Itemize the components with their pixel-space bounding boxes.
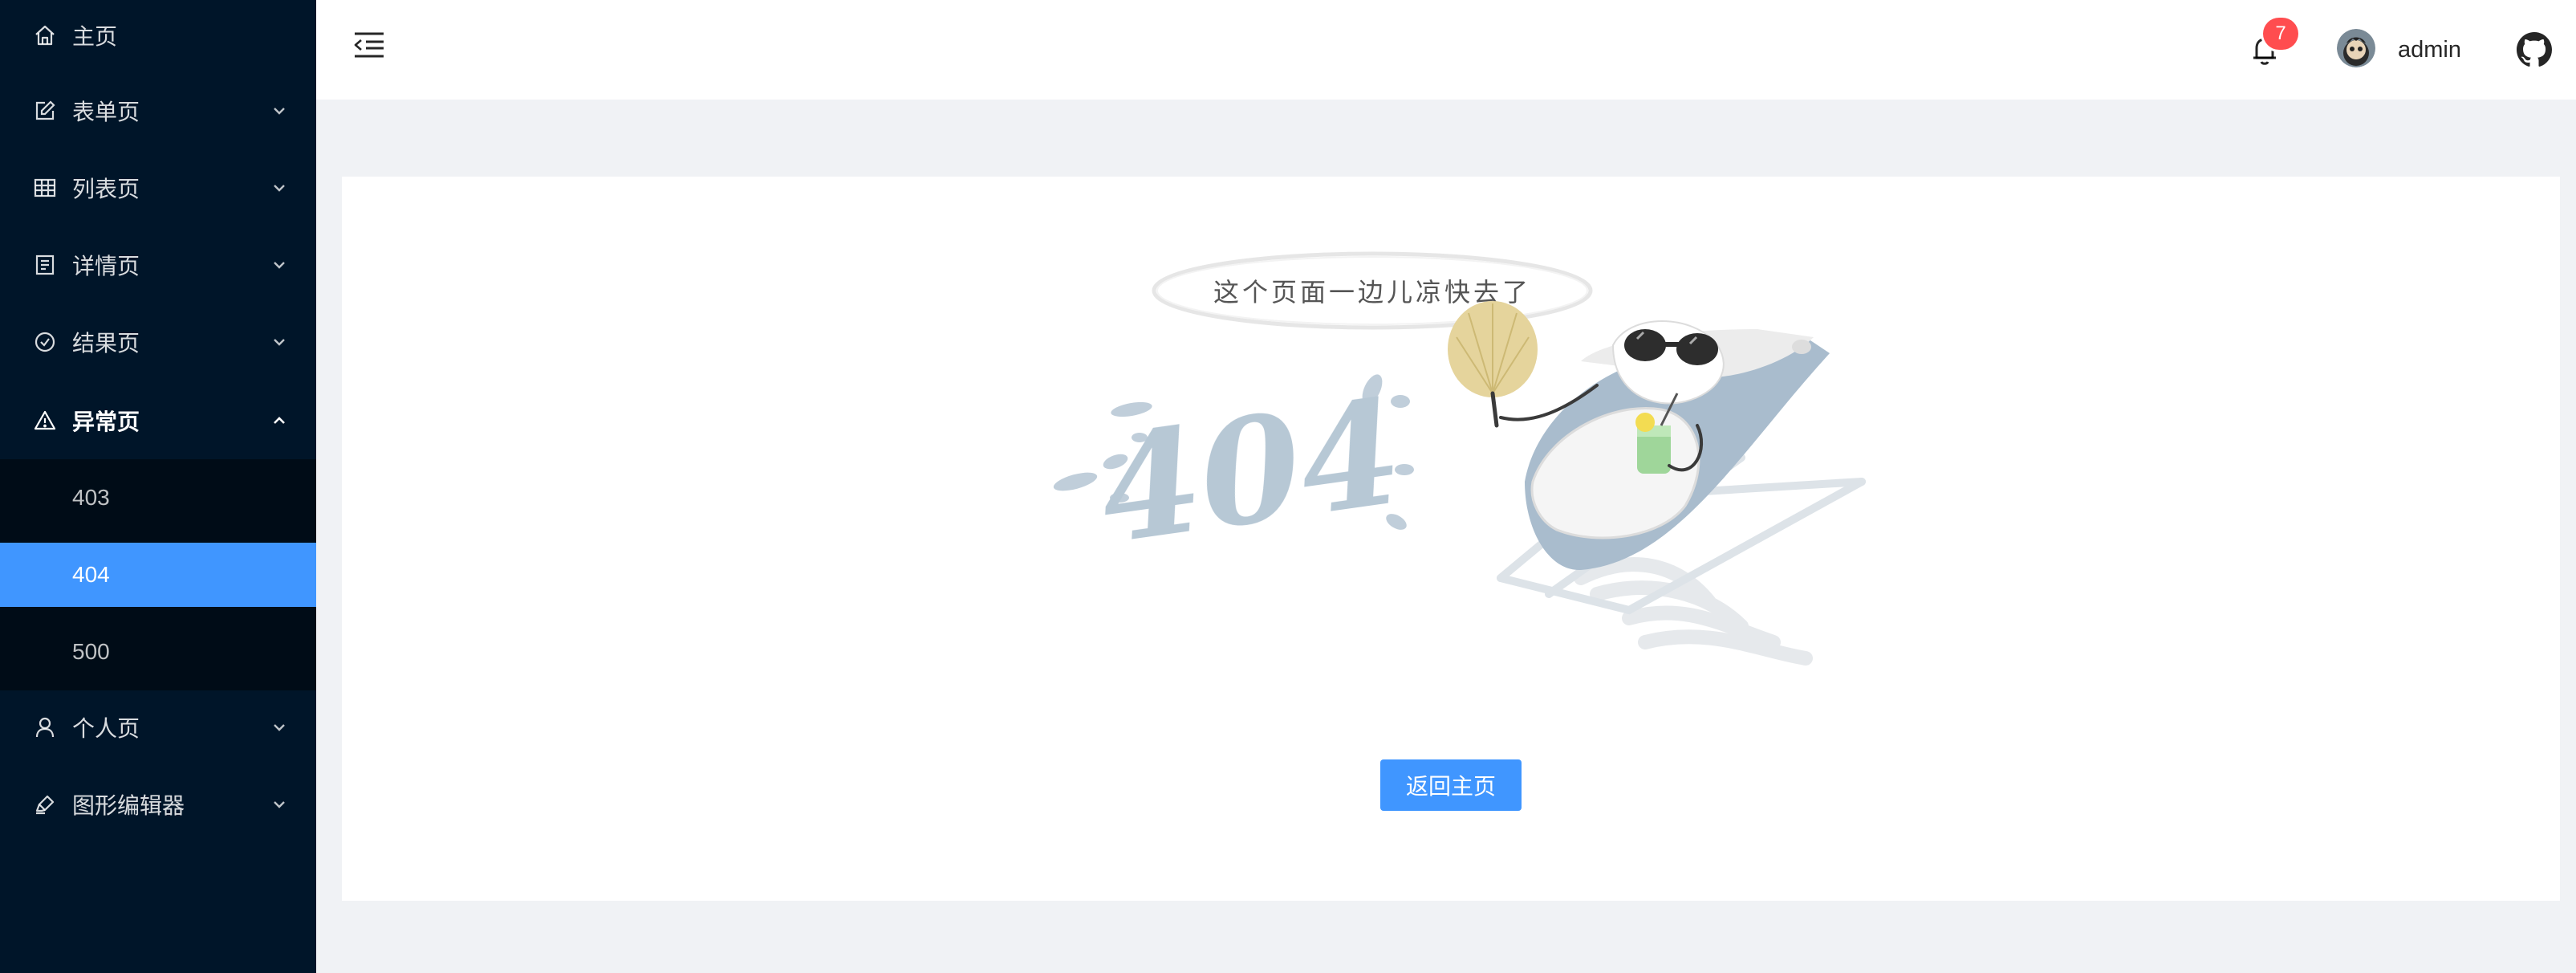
- menu-fold-icon[interactable]: [351, 31, 387, 59]
- github-icon[interactable]: [2517, 32, 2552, 67]
- sidebar-item-list[interactable]: 列表页: [0, 156, 316, 220]
- check-circle-icon: [32, 329, 58, 355]
- sidebar-item-form[interactable]: 表单页: [0, 79, 316, 143]
- sidebar: 主页 表单页 列表页 详情页 结果页 异常页 403 404 500 个人页 图…: [0, 0, 316, 973]
- sidebar-item-exception[interactable]: 异常页: [0, 389, 316, 453]
- top-header: [316, 0, 2576, 100]
- sidebar-item-label: 个人页: [72, 716, 140, 741]
- sidebar-subitem-label: 500: [72, 639, 110, 664]
- sidebar-subitem-label: 404: [72, 562, 110, 587]
- highlight-icon: [32, 792, 58, 817]
- chevron-down-icon: [270, 332, 289, 352]
- avatar[interactable]: [2337, 29, 2375, 67]
- sidebar-item-label: 表单页: [72, 100, 140, 124]
- not-found-illustration: 这个页面一边儿凉快去了 404 Gaia: [1053, 251, 1866, 666]
- sidebar-item-label: 图形编辑器: [72, 793, 185, 818]
- chevron-down-icon: [270, 101, 289, 120]
- sidebar-item-label: 详情页: [72, 254, 140, 279]
- sidebar-item-account[interactable]: 个人页: [0, 695, 316, 759]
- sidebar-item-label: 结果页: [72, 331, 140, 356]
- profile-icon: [32, 252, 58, 278]
- sidebar-item-label: 异常页: [72, 409, 140, 434]
- chevron-down-icon: [270, 178, 289, 197]
- sidebar-subitem-403[interactable]: 403: [0, 466, 316, 530]
- 404-text: 404: [1090, 367, 1412, 576]
- sidebar-item-detail[interactable]: 详情页: [0, 233, 316, 297]
- home-icon: [32, 22, 58, 48]
- username[interactable]: admin: [2398, 32, 2461, 67]
- sidebar-item-label: 列表页: [72, 177, 140, 202]
- chevron-up-icon: [270, 411, 289, 430]
- chevron-down-icon: [270, 718, 289, 737]
- sidebar-item-result[interactable]: 结果页: [0, 310, 316, 374]
- back-home-button[interactable]: 返回主页: [1380, 759, 1522, 811]
- table-icon: [32, 175, 58, 201]
- sidebar-subitem-500[interactable]: 500: [0, 620, 316, 684]
- form-edit-icon: [32, 98, 58, 124]
- sidebar-item-graph-editor[interactable]: 图形编辑器: [0, 772, 316, 837]
- chevron-down-icon: [270, 255, 289, 275]
- warning-icon: [32, 408, 58, 434]
- sidebar-subitem-label: 403: [72, 485, 110, 510]
- user-icon: [32, 714, 58, 740]
- notification-badge: 7: [2263, 18, 2298, 50]
- sidebar-item-home[interactable]: 主页: [0, 3, 316, 67]
- sidebar-item-label: 主页: [72, 24, 118, 49]
- sidebar-subitem-404[interactable]: 404: [0, 543, 316, 607]
- chevron-down-icon: [270, 795, 289, 814]
